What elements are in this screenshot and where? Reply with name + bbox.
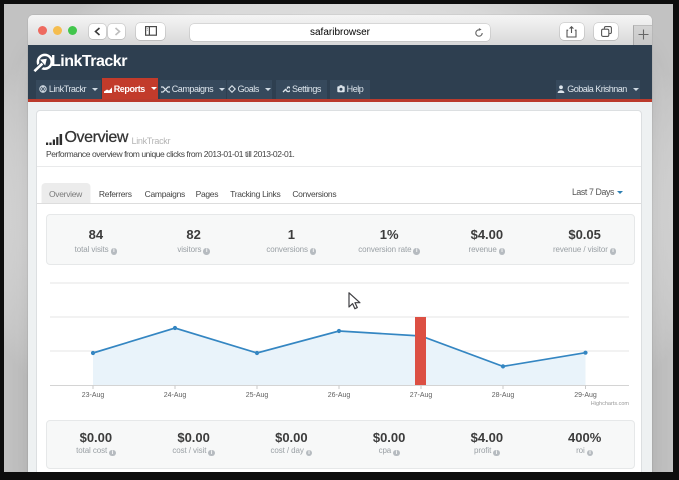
svg-text:23-Aug: 23-Aug — [82, 392, 105, 399]
svg-text:25-Aug: 25-Aug — [246, 392, 269, 399]
svg-text:28-Aug: 28-Aug — [492, 392, 515, 399]
svg-text:27-Aug: 27-Aug — [410, 392, 433, 399]
svg-text:24-Aug: 24-Aug — [164, 392, 187, 399]
svg-text:26-Aug: 26-Aug — [328, 392, 351, 399]
svg-text:Highcharts.com: Highcharts.com — [591, 401, 630, 407]
svg-text:29-Aug: 29-Aug — [574, 392, 597, 399]
